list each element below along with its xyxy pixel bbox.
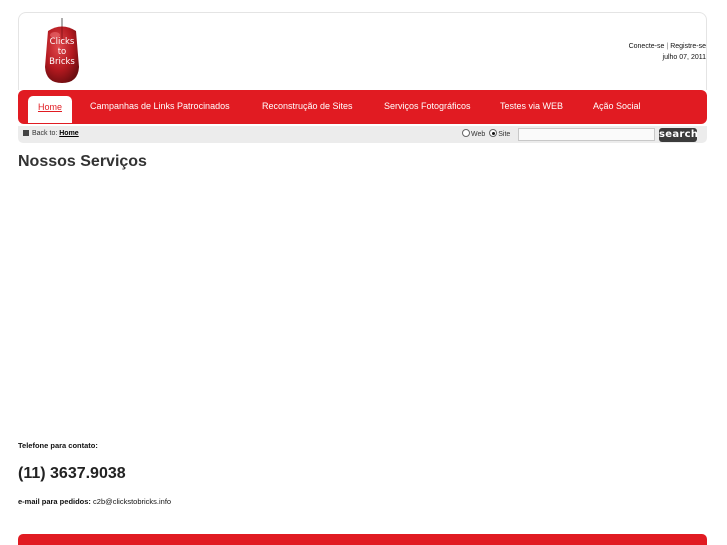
search-button[interactable]: search <box>659 128 698 142</box>
radio-web-label: Web <box>471 131 486 138</box>
user-links: Conecte-se | Registre-se julho 07, 2011 <box>629 41 706 63</box>
nav-item-reconstrucao[interactable]: Reconstrução de Sites <box>262 90 353 124</box>
breadcrumb: Back to: Home <box>23 129 79 139</box>
nav-item-acao-social[interactable]: Ação Social <box>593 90 641 124</box>
register-link[interactable]: Registre-se <box>670 43 706 50</box>
email-line: e-mail para pedidos: c2b@clickstobricks.… <box>18 497 171 506</box>
breadcrumb-home-link[interactable]: Home <box>59 130 78 137</box>
search-area: Web Site search <box>462 127 702 142</box>
main-nav: Home Campanhas de Links Patrocinados Rec… <box>18 90 707 124</box>
nav-item-testes-web[interactable]: Testes via WEB <box>500 90 563 124</box>
radio-web[interactable] <box>462 129 470 137</box>
nav-item-campanhas[interactable]: Campanhas de Links Patrocinados <box>90 90 230 124</box>
current-date: julho 07, 2011 <box>662 54 706 61</box>
site-logo[interactable]: Clicks to Bricks <box>42 17 82 84</box>
logo-line-3: Bricks <box>49 57 75 67</box>
bullet-square-icon <box>23 130 29 136</box>
breadcrumb-prefix: Back to: <box>32 130 58 137</box>
nav-item-home[interactable]: Home <box>28 96 72 123</box>
logo-line-2: to <box>57 47 67 57</box>
nav-item-servicos-fotograficos[interactable]: Serviços Fotográficos <box>384 90 471 124</box>
search-input[interactable] <box>518 128 655 141</box>
page-title: Nossos Serviços <box>18 153 147 170</box>
logo-text: Clicks to Bricks <box>42 37 82 67</box>
phone-number: (11) 3637.9038 <box>18 465 126 482</box>
email-label: e-mail para pedidos: <box>18 497 91 506</box>
search-scope: Web Site <box>462 129 510 140</box>
login-link[interactable]: Conecte-se <box>629 43 665 50</box>
footer-bar <box>18 534 707 545</box>
radio-site[interactable] <box>489 129 498 137</box>
email-address[interactable]: c2b@clickstobricks.info <box>93 497 171 506</box>
radio-site-label: Site <box>498 131 511 138</box>
breadcrumb-search-bar: Back to: Home Web Site search <box>18 126 707 143</box>
phone-label: Telefone para contato: <box>18 441 98 450</box>
header-frame <box>18 12 707 90</box>
logo-line-1: Clicks <box>49 37 75 47</box>
